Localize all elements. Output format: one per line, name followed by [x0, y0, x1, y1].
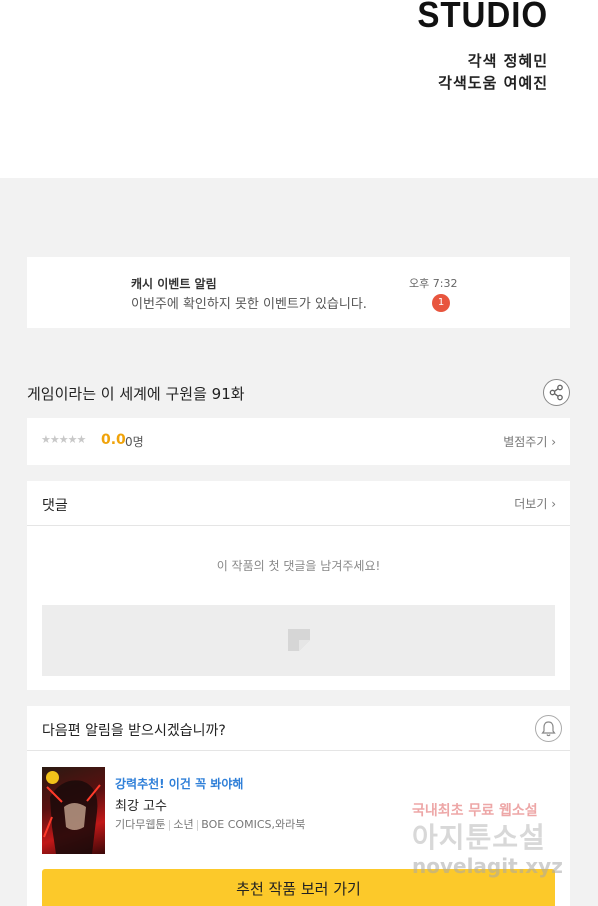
cash-event-notification[interactable]: 캐시 이벤트 알림 이번주에 확인하지 못한 이벤트가 있습니다. 오후 7:3… — [27, 257, 570, 328]
notification-title: 캐시 이벤트 알림 — [131, 277, 217, 291]
recommended-work-thumbnail[interactable] — [42, 767, 105, 854]
notification-time: 오후 7:32 — [409, 277, 458, 290]
rating-stars: ★★★★★ — [41, 433, 86, 446]
comments-title: 댓글 — [42, 498, 68, 514]
alarm-title: 다음편 알림을 받으시겠습니까? — [42, 723, 226, 739]
recommendation-tag: 강력추천! 이건 꼭 봐야해 — [115, 777, 244, 791]
notification-count-badge: 1 — [432, 294, 450, 312]
comments-empty-message: 이 작품의 첫 댓글을 남겨주세요! — [216, 559, 381, 573]
comments-section: 댓글 더보기 › 이 작품의 첫 댓글을 남겨주세요! — [27, 481, 570, 690]
view-recommended-button[interactable]: 추천 작품 보러 가기 — [42, 869, 555, 906]
rate-button[interactable]: 별점주기 › — [503, 433, 556, 450]
recommended-work-title[interactable]: 최강 고수 — [115, 795, 167, 814]
alarm-header: 다음편 알림을 받으시겠습니까? — [27, 706, 570, 751]
studio-logo: STUDIO — [417, 0, 548, 35]
comment-input[interactable] — [42, 605, 555, 676]
share-icon — [549, 384, 563, 401]
thumbnail-art — [43, 780, 101, 854]
comment-image-icon — [288, 629, 310, 651]
publisher-label: BOE COMICS,와라북 — [201, 818, 306, 831]
bell-icon — [541, 721, 556, 737]
next-episode-alarm-section: 다음편 알림을 받으시겠습니까? 강력추천! 이건 꼭 봐야해 최강 고수 기다… — [27, 706, 570, 906]
credits-area: STUDIO 각색 정혜민 각색도움 여예진 — [0, 0, 598, 178]
share-button[interactable] — [543, 379, 570, 406]
recommended-work-meta: 기다무웹툰 | 소년 | BOE COMICS,와라북 — [115, 818, 306, 831]
episode-title: 게임이라는 이 세계에 구원을 91화 — [27, 385, 245, 403]
rating-score: 0.0 — [101, 432, 126, 448]
category-label: 소년 — [173, 818, 194, 831]
notification-text: 이번주에 확인하지 못한 이벤트가 있습니다. — [131, 297, 367, 312]
comments-more-link[interactable]: 더보기 › — [514, 495, 556, 512]
credit-adaptation: 각색 정혜민 — [467, 52, 548, 70]
credit-adaptation-assist: 각색도움 여예진 — [438, 74, 548, 92]
comments-header: 댓글 더보기 › — [27, 481, 570, 526]
alarm-toggle-button[interactable] — [535, 715, 562, 742]
genre-label: 기다무웹툰 — [115, 818, 166, 831]
rating-bar: ★★★★★ 0.0 0명 별점주기 › — [27, 418, 570, 465]
rating-count: 0명 — [125, 435, 144, 449]
